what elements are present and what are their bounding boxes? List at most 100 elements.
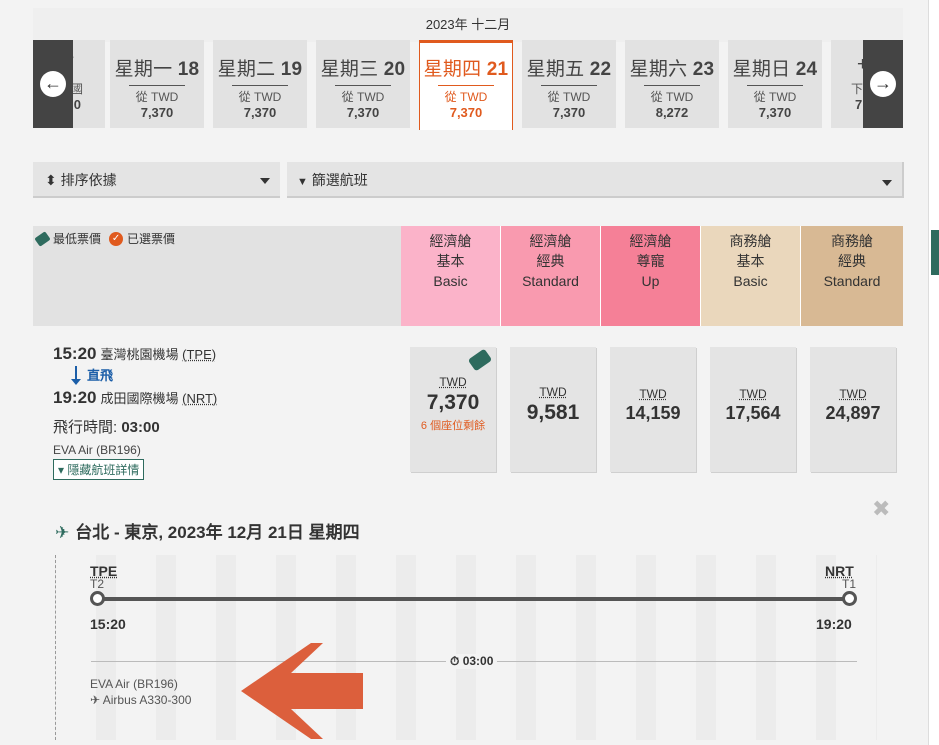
- day-name: 星期六 23: [629, 59, 715, 80]
- sort-label: 排序依據: [60, 172, 117, 188]
- arrival-time: 19:20: [53, 388, 97, 407]
- origin-terminal: T2: [90, 577, 105, 591]
- filter-label: 篩選航班: [311, 172, 368, 188]
- filter-dropdown[interactable]: ▼ 篩選航班: [287, 162, 904, 198]
- timeline-arrival-time: 19:20: [816, 616, 852, 632]
- day-wed-20[interactable]: 星期三 20 從 TWD 7,370: [316, 40, 410, 128]
- day-from: 從 TWD: [341, 90, 385, 104]
- day-price: 7,370: [449, 105, 483, 120]
- arrival-line: 19:20 成田國際機場 (NRT): [53, 388, 393, 408]
- aircraft-type: ✈ Airbus A330-300: [90, 693, 192, 707]
- day-price: 7,370: [140, 105, 174, 120]
- timeline-airline: EVA Air (BR196): [90, 677, 178, 691]
- departure-line: 15:20 臺灣桃園機場 (TPE): [53, 344, 393, 364]
- fare-card-business-standard[interactable]: TWD 24,897: [810, 347, 896, 472]
- date-selector: 7 國 0 星期一 18 從 TWD 7,370 星期二 19 從 TWD 7,…: [33, 40, 903, 130]
- right-scroll-edge: [928, 0, 939, 745]
- fare-amount: 9,581: [526, 401, 580, 424]
- timeline-duration: ⏱ 03:00: [446, 654, 498, 669]
- month-header: 2023年 十二月: [33, 8, 903, 42]
- side-tab[interactable]: [931, 230, 939, 275]
- price-tag-icon: [467, 348, 493, 372]
- day-price: 7,370: [552, 105, 586, 120]
- fare-amount: 7,370: [426, 391, 480, 414]
- price-tag-icon: [34, 230, 51, 247]
- day-from: 從 TWD: [135, 90, 179, 104]
- check-circle-icon: ✓: [109, 231, 124, 246]
- departure-code: (TPE): [182, 347, 217, 362]
- cabin-business-standard: 商務艙 經典 Standard: [801, 226, 903, 326]
- departure-airport: 臺灣桃園機場: [100, 347, 179, 362]
- day-name: 星期三 20: [320, 59, 406, 80]
- day-name: 星期日 24: [732, 59, 818, 80]
- day-price: 8,272: [655, 105, 689, 120]
- cabin-business-basic: 商務艙 基本 Basic: [701, 226, 801, 326]
- fare-currency: TWD: [439, 375, 467, 389]
- cabin-economy-basic: 經濟艙 基本 Basic: [401, 226, 501, 326]
- sort-dropdown[interactable]: ⬍ 排序依據: [33, 162, 280, 198]
- day-tue-19[interactable]: 星期二 19 從 TWD 7,370: [213, 40, 307, 128]
- prev-dates-button[interactable]: ←: [33, 40, 73, 128]
- fare-card-economy-standard[interactable]: TWD 9,581: [510, 347, 596, 472]
- next-dates-button[interactable]: →: [863, 40, 903, 128]
- arrow-left-annotation-icon: [241, 643, 363, 739]
- fare-currency: TWD: [539, 385, 567, 399]
- flight-summary: 15:20 臺灣桃園機場 (TPE) 直飛 19:20 成田國際機場 (NRT) 飛…: [53, 344, 393, 480]
- day-name: 星期二 19: [217, 59, 303, 80]
- direct-indicator: 直飛: [71, 364, 393, 388]
- day-price: 7,370: [346, 105, 380, 120]
- destination-terminal: T1: [842, 577, 857, 591]
- airplane-icon: ✈: [55, 523, 70, 542]
- chevron-down-icon: [882, 180, 892, 186]
- direct-label: 直飛: [87, 368, 114, 383]
- sort-icon: ⬍: [45, 172, 57, 188]
- cabin-economy-standard: 經濟艙 經典 Standard: [501, 226, 601, 326]
- close-icon[interactable]: ✖: [872, 496, 890, 522]
- day-from: 從 TWD: [444, 90, 488, 104]
- arrow-left-icon: ←: [40, 71, 66, 97]
- day-sat-23[interactable]: 星期六 23 從 TWD 8,272: [625, 40, 719, 128]
- fare-currency: TWD: [639, 387, 667, 401]
- cabin-economy-up: 經濟艙 尊寵 Up: [601, 226, 701, 326]
- day-from: 從 TWD: [238, 90, 282, 104]
- fare-currency: TWD: [839, 387, 867, 401]
- destination-node: [842, 591, 857, 606]
- hide-details-button[interactable]: ▾ 隱藏航班詳情: [53, 459, 145, 480]
- day-name: 星期四 21: [423, 59, 509, 80]
- day-from: 從 TWD: [753, 90, 797, 104]
- fare-currency: TWD: [739, 387, 767, 401]
- timeline-departure-time: 15:20: [90, 616, 126, 632]
- day-from: 從 TWD: [650, 90, 694, 104]
- route-title: ✈ 台北 - 東京, 2023年 12月 21日 星期四: [55, 523, 360, 542]
- fare-legend-band: 最低票價 ✓ 已選票價: [33, 226, 401, 326]
- fare-card-economy-up[interactable]: TWD 14,159: [610, 347, 696, 472]
- day-price: 7,370: [758, 105, 792, 120]
- day-from: 從 TWD: [547, 90, 591, 104]
- fare-amount: 17,564: [725, 403, 781, 423]
- route-bar: [97, 597, 851, 601]
- day-mon-18[interactable]: 星期一 18 從 TWD 7,370: [110, 40, 204, 128]
- seats-remaining: 6 個座位剩餘: [420, 420, 486, 432]
- fare-card-economy-basic[interactable]: TWD 7,370 6 個座位剩餘: [410, 347, 496, 472]
- day-sun-24[interactable]: 星期日 24 從 TWD 7,370: [728, 40, 822, 128]
- day-price: 7,370: [243, 105, 277, 120]
- fare-amount: 24,897: [825, 403, 881, 423]
- arrival-airport: 成田國際機場: [100, 391, 179, 406]
- legend-selected: 已選票價: [127, 232, 176, 246]
- airline-label: EVA Air (BR196): [53, 443, 141, 457]
- filter-icon: ▼: [297, 176, 308, 188]
- day-fri-22[interactable]: 星期五 22 從 TWD 7,370: [522, 40, 616, 128]
- day-thu-21-selected[interactable]: 星期四 21 從 TWD 7,370: [419, 40, 513, 130]
- arrow-down-icon: [71, 379, 81, 385]
- flight-timeline: TPE T2 NRT T1 15:20 19:20 ⏱ 03:00 EVA Ai…: [55, 555, 877, 740]
- arrow-right-icon: →: [870, 71, 896, 97]
- arrival-code: (NRT): [182, 391, 218, 406]
- day-name: 星期一 18: [114, 59, 200, 80]
- chevron-down-icon: [260, 178, 270, 184]
- fare-card-business-basic[interactable]: TWD 17,564: [710, 347, 796, 472]
- flight-booking-page: 2023年 十二月 7 國 0 星期一 18 從 TWD 7,370 星期二 1…: [0, 0, 939, 745]
- fare-amount: 14,159: [625, 403, 681, 423]
- fare-legend: 最低票價 ✓ 已選票價: [34, 230, 176, 247]
- departure-time: 15:20: [53, 344, 97, 363]
- legend-lowest: 最低票價: [53, 232, 102, 246]
